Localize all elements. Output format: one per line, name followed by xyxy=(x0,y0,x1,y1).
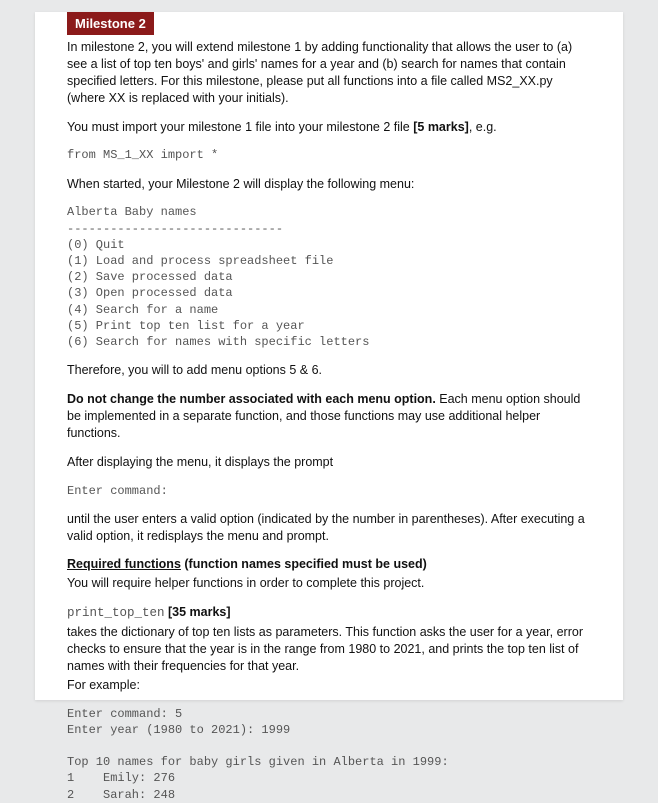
intro-paragraph: In milestone 2, you will extend mileston… xyxy=(67,39,591,107)
menu-intro: When started, your Milestone 2 will disp… xyxy=(67,176,591,193)
fn-example-label: For example: xyxy=(67,677,591,694)
menu-code-block: Alberta Baby names ---------------------… xyxy=(67,204,591,350)
import-instruction: You must import your milestone 1 file in… xyxy=(67,119,591,136)
fn-description: takes the dictionary of top ten lists as… xyxy=(67,624,591,675)
milestone-banner: Milestone 2 xyxy=(67,12,154,35)
nochange-bold: Do not change the number associated with… xyxy=(67,392,436,406)
required-rest: (function names specified must be used) xyxy=(181,557,427,571)
example-code-block: Enter command: 5 Enter year (1980 to 202… xyxy=(67,706,591,803)
enter-command-code: Enter command: xyxy=(67,483,591,499)
required-helper-line: You will require helper functions in ord… xyxy=(67,575,591,592)
after-menu-line: After displaying the menu, it displays t… xyxy=(67,454,591,471)
function-name-line: print_top_ten [35 marks] xyxy=(67,604,591,622)
document-page: Milestone 2 In milestone 2, you will ext… xyxy=(35,12,623,700)
fn-marks: [35 marks] xyxy=(165,605,231,619)
until-paragraph: until the user enters a valid option (in… xyxy=(67,511,591,545)
import-suffix: , e.g. xyxy=(469,120,497,134)
therefore-line: Therefore, you will to add menu options … xyxy=(67,362,591,379)
code-import: from MS_1_XX import * xyxy=(67,147,591,163)
fn-name-code: print_top_ten xyxy=(67,606,165,620)
required-functions-header: Required functions (function names speci… xyxy=(67,556,591,573)
required-underline: Required functions xyxy=(67,557,181,571)
import-marks: [5 marks] xyxy=(413,120,469,134)
nochange-paragraph: Do not change the number associated with… xyxy=(67,391,591,442)
import-prefix: You must import your milestone 1 file in… xyxy=(67,120,413,134)
